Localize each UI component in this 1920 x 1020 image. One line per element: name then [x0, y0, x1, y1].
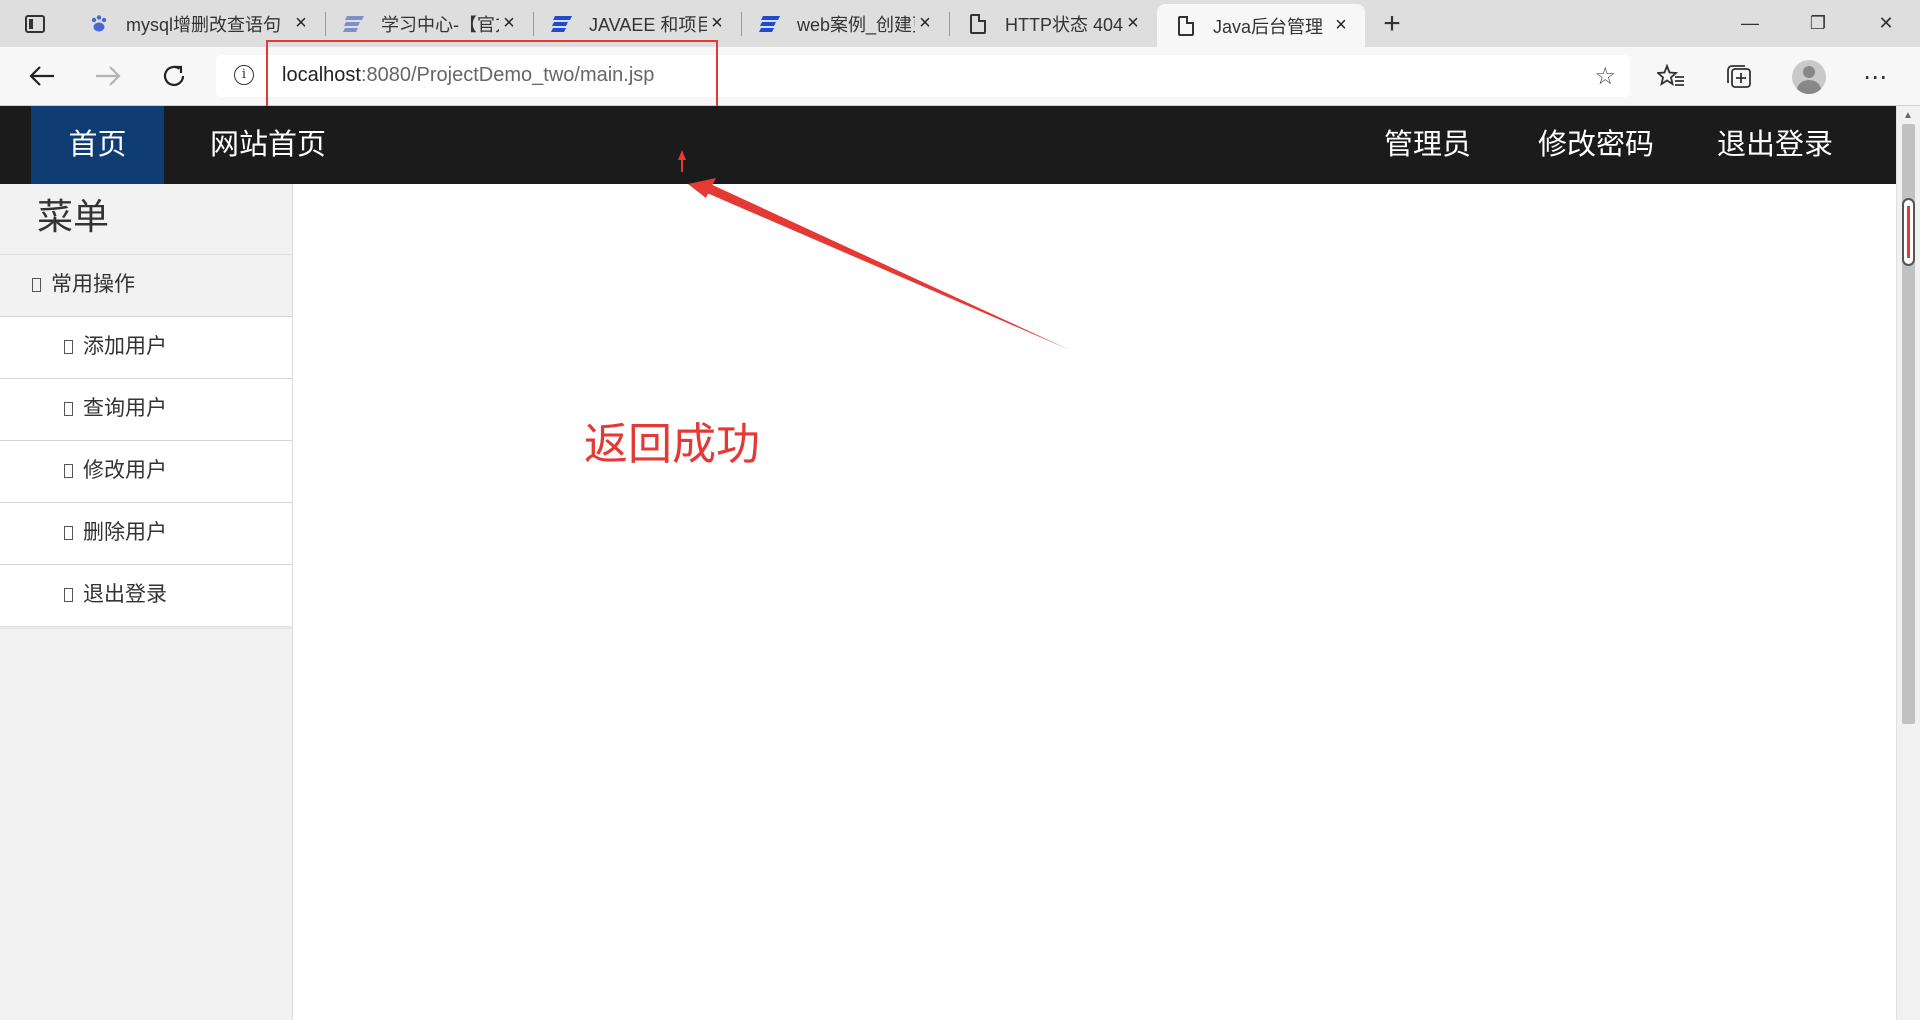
annotation-arrow: [678, 150, 1070, 350]
scroll-indicator-icon: [1902, 198, 1915, 266]
annotation-text: 返回成功: [584, 420, 760, 469]
vertical-scrollbar[interactable]: ▲: [1896, 106, 1920, 1020]
scroll-up-icon[interactable]: ▲: [1903, 110, 1913, 121]
